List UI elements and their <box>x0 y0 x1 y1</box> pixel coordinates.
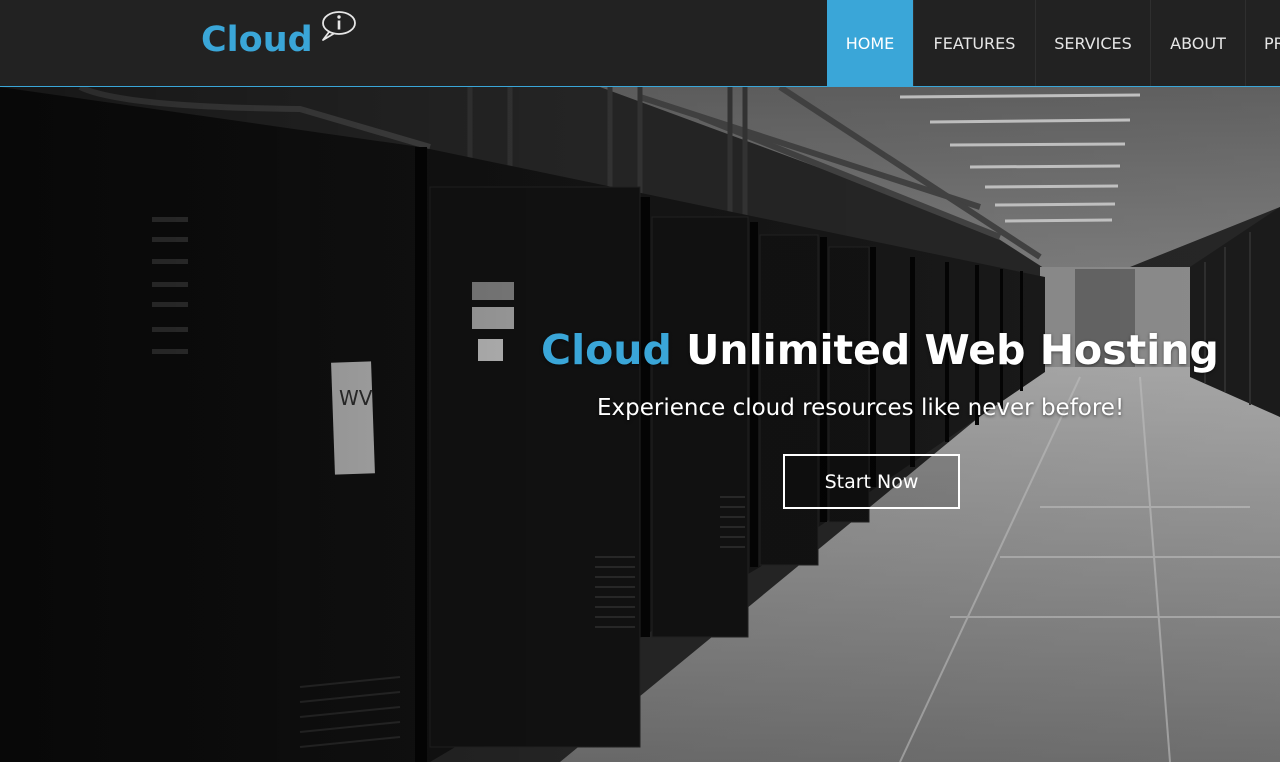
main-nav: HOME FEATURES SERVICES ABOUT PRICING <box>827 0 1280 86</box>
nav-pricing-label: PRICING <box>1264 33 1280 53</box>
brand-logo[interactable]: Cloud <box>201 11 357 65</box>
hero-title-rest: Unlimited Web Hosting <box>686 326 1219 374</box>
hero-subtitle: Experience cloud resources like never be… <box>597 395 1125 421</box>
nav-about-label: ABOUT <box>1170 33 1226 53</box>
brand-name: Cloud <box>201 20 313 60</box>
data-center-background-image: WV <box>0 87 1280 762</box>
nav-home[interactable]: HOME <box>827 0 913 86</box>
nav-pricing[interactable]: PRICING <box>1245 0 1280 86</box>
nav-about[interactable]: ABOUT <box>1150 0 1245 86</box>
nav-services[interactable]: SERVICES <box>1035 0 1150 86</box>
nav-home-label: HOME <box>845 33 895 53</box>
hero-section: WV Cloud Unlimited Web Hosting Experienc… <box>0 87 1280 762</box>
start-now-label: Start Now <box>824 470 919 493</box>
nav-features[interactable]: FEATURES <box>913 0 1035 86</box>
top-navbar: Cloud HOME FEATURES SERVICES ABOUT PRICI… <box>0 0 1280 87</box>
nav-services-label: SERVICES <box>1054 33 1132 53</box>
hero-title-accent: Cloud <box>541 326 672 374</box>
start-now-button[interactable]: Start Now <box>783 454 960 509</box>
hero-title: Cloud Unlimited Web Hosting <box>541 323 1219 377</box>
nav-features-label: FEATURES <box>933 33 1016 53</box>
info-speech-bubble-icon <box>321 11 356 41</box>
